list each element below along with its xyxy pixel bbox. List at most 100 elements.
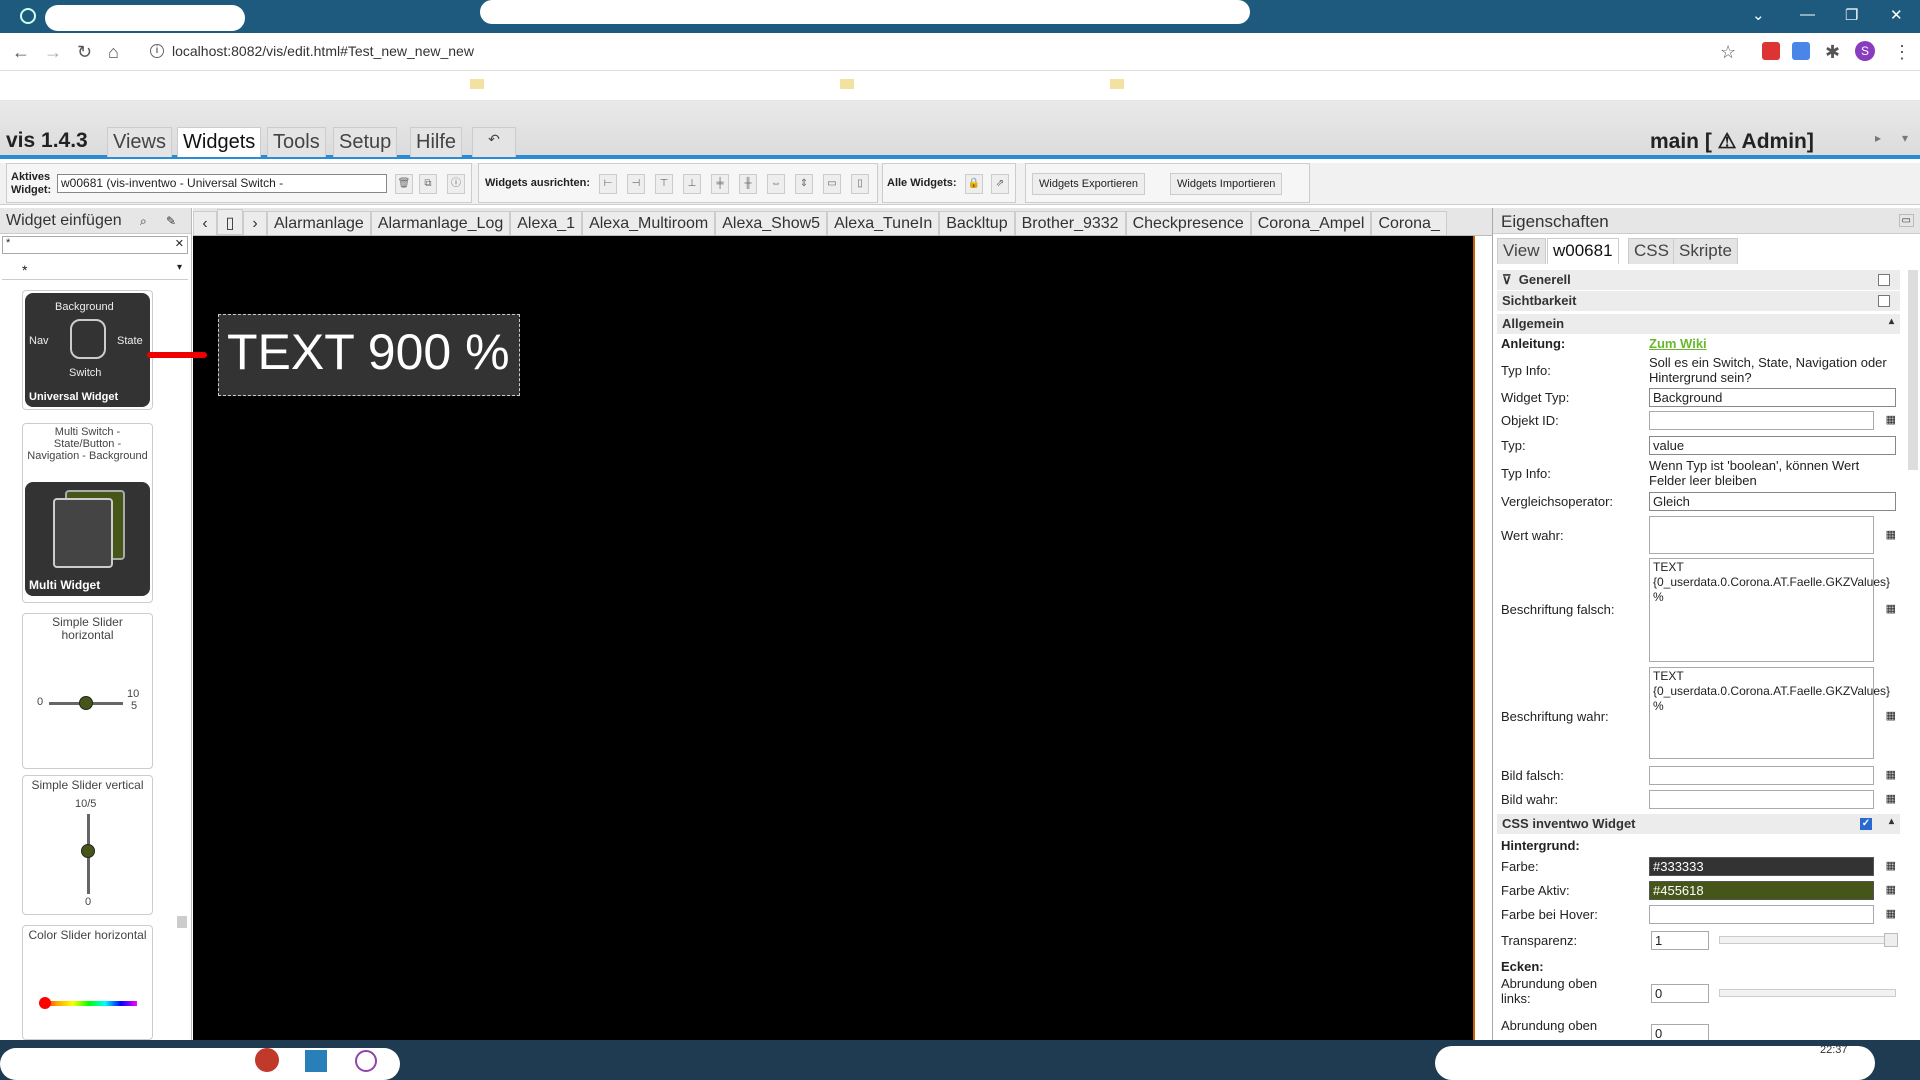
tab-views[interactable]: Views bbox=[107, 127, 172, 157]
palette-scrollbar[interactable] bbox=[177, 916, 187, 928]
gmail-extension-icon[interactable] bbox=[1762, 42, 1780, 60]
checkbox[interactable] bbox=[1878, 274, 1890, 286]
widget-card-slider-v[interactable]: Simple Slider vertical 10/5 0 bbox=[22, 775, 153, 915]
browse-icon[interactable]: ▦ bbox=[1886, 709, 1896, 722]
widget-card-color-slider[interactable]: Color Slider horizontal bbox=[22, 925, 153, 1040]
distribute-h-icon[interactable]: ⇔ bbox=[767, 174, 785, 194]
browse-icon[interactable]: ▦ bbox=[1886, 792, 1896, 805]
home-icon[interactable]: ⌂ bbox=[108, 42, 119, 63]
farbe-input[interactable]: #333333 bbox=[1649, 857, 1874, 876]
beschr-falsch-input[interactable]: TEXT {0_userdata.0.Corona.AT.Faelle.GKZV… bbox=[1649, 558, 1890, 662]
taskbar-app-icon[interactable] bbox=[305, 1050, 327, 1072]
text-widget[interactable]: TEXT 900 % bbox=[218, 314, 520, 396]
widget-card-slider-h[interactable]: Simple Slider horizontal 0 10 5 bbox=[22, 613, 153, 769]
abrundung-or-input[interactable]: 0 bbox=[1651, 1024, 1709, 1040]
section-sichtbarkeit[interactable]: Sichtbarkeit bbox=[1497, 291, 1900, 311]
section-allgemein[interactable]: Allgemein ▴ bbox=[1497, 314, 1900, 334]
tab-widget-props[interactable]: w00681 bbox=[1547, 238, 1619, 264]
undo-button[interactable]: ↶ bbox=[472, 127, 516, 157]
view-canvas[interactable]: TEXT 900 % bbox=[147, 236, 1475, 1040]
align-center-v-icon[interactable]: ╫ bbox=[739, 174, 757, 194]
widget-card-multi[interactable]: Multi Switch - State/Button - Navigation… bbox=[22, 423, 153, 603]
import-button[interactable]: Widgets Importieren bbox=[1170, 173, 1283, 195]
abrundung-ol-input[interactable]: 0 bbox=[1651, 984, 1709, 1003]
tab-view[interactable]: Alarmanlage bbox=[267, 211, 371, 235]
pin-icon[interactable]: ✎ bbox=[166, 214, 176, 228]
lock-icon[interactable]: 🔒 bbox=[965, 174, 983, 194]
info-icon[interactable]: ⓘ bbox=[447, 174, 465, 194]
reload-icon[interactable]: ↻ bbox=[77, 42, 92, 63]
profile-menu-icon[interactable]: ⌄ bbox=[1752, 6, 1765, 24]
typ-select[interactable]: value bbox=[1649, 436, 1896, 455]
wiki-link[interactable]: Zum Wiki bbox=[1649, 336, 1896, 351]
delete-icon[interactable]: 🗑 bbox=[395, 174, 413, 194]
url-field[interactable]: localhost:8082/vis/edit.html#Test_new_ne… bbox=[172, 43, 474, 59]
info-icon[interactable]: i bbox=[150, 44, 164, 58]
tab-view[interactable]: Alexa_Show5 bbox=[715, 211, 828, 235]
tab-view[interactable]: Alexa_1 bbox=[510, 211, 583, 235]
browse-icon[interactable]: ▦ bbox=[1886, 768, 1896, 781]
tab-view[interactable]: Checkpresence bbox=[1125, 211, 1251, 235]
tab-tools[interactable]: Tools bbox=[267, 127, 326, 157]
align-right-icon[interactable]: ⊣ bbox=[627, 174, 645, 194]
tab-hilfe[interactable]: Hilfe bbox=[410, 127, 463, 157]
external-icon[interactable]: ⇗ bbox=[991, 174, 1009, 194]
bookmark-star-icon[interactable]: ☆ bbox=[1720, 42, 1736, 63]
bookmark-folder-icon[interactable] bbox=[1110, 79, 1124, 89]
color-picker-icon[interactable]: ▦ bbox=[1886, 883, 1896, 896]
views-scroll-left[interactable]: ‹ bbox=[193, 211, 217, 235]
extensions-icon[interactable]: ✱ bbox=[1825, 42, 1840, 63]
abrundung-slider[interactable] bbox=[1719, 989, 1896, 997]
beschr-wahr-input[interactable]: TEXT {0_userdata.0.Corona.AT.Faelle.GKZV… bbox=[1649, 667, 1890, 759]
color-picker-icon[interactable]: ▦ bbox=[1886, 907, 1896, 920]
tab-view[interactable]: Alexa_Multiroom bbox=[582, 211, 716, 235]
palette-filter-select[interactable]: * ▾ bbox=[2, 260, 188, 280]
forward-icon[interactable]: → bbox=[44, 42, 62, 63]
slider-handle[interactable] bbox=[1884, 933, 1898, 947]
bookmark-folder-icon[interactable] bbox=[840, 79, 854, 89]
tab-css-props[interactable]: CSS bbox=[1628, 238, 1675, 264]
restore-icon[interactable]: ❐ bbox=[1845, 6, 1858, 24]
properties-scrollbar[interactable] bbox=[1908, 270, 1918, 470]
widget-card-universal[interactable]: Background Nav State Switch Universal Wi… bbox=[22, 290, 153, 410]
widget-typ-select[interactable]: Background bbox=[1649, 388, 1896, 407]
chevron-up-icon[interactable]: ▴ bbox=[1889, 816, 1894, 827]
minimize-icon[interactable]: — bbox=[1800, 6, 1815, 23]
tab-view[interactable]: Corona_Ampel bbox=[1250, 211, 1372, 235]
scroll-right-icon[interactable]: ▸ bbox=[1875, 131, 1881, 145]
taskbar-app-icon[interactable] bbox=[355, 1050, 377, 1072]
checkbox-checked[interactable]: ✓ bbox=[1860, 818, 1872, 830]
tab-setup[interactable]: Setup bbox=[333, 127, 398, 157]
distribute-v-icon[interactable]: ⇕ bbox=[795, 174, 813, 194]
tab-widgets[interactable]: Widgets bbox=[177, 127, 262, 157]
tab-view-props[interactable]: View bbox=[1497, 238, 1546, 264]
objekt-id-input[interactable] bbox=[1649, 411, 1874, 430]
tab-view[interactable]: Corona_ bbox=[1371, 211, 1447, 235]
checkbox[interactable] bbox=[1878, 295, 1890, 307]
transparenz-input[interactable]: 1 bbox=[1651, 931, 1709, 950]
vergleich-select[interactable]: Gleich bbox=[1649, 492, 1896, 511]
views-dropdown[interactable]: ▯ bbox=[217, 209, 243, 235]
views-scroll-right[interactable]: › bbox=[243, 211, 267, 235]
active-widget-select[interactable]: w00681 (vis-inventwo - Universal Switch … bbox=[57, 174, 387, 193]
section-css-inventwo[interactable]: CSS inventwo Widget ✓ ▴ bbox=[1497, 814, 1900, 834]
same-width-icon[interactable]: ▭ bbox=[823, 174, 841, 194]
search-icon[interactable]: ⌕ bbox=[140, 214, 147, 229]
translate-extension-icon[interactable] bbox=[1792, 42, 1810, 60]
tab-view[interactable]: Alexa_TuneIn bbox=[827, 211, 940, 235]
browse-icon[interactable]: ▦ bbox=[1886, 413, 1896, 426]
section-generell[interactable]: ⊽ Generell bbox=[1497, 270, 1900, 290]
browse-icon[interactable]: ▦ bbox=[1886, 602, 1896, 615]
dropdown-icon[interactable]: ▾ bbox=[1902, 131, 1908, 145]
align-center-h-icon[interactable]: ╪ bbox=[711, 174, 729, 194]
copy-icon[interactable]: ⧉ bbox=[419, 174, 437, 194]
collapse-icon[interactable]: ▭ bbox=[1898, 214, 1914, 227]
farbe-aktiv-input[interactable]: #455618 bbox=[1649, 881, 1874, 900]
menu-icon[interactable]: ⋮ bbox=[1893, 42, 1911, 63]
back-icon[interactable]: ← bbox=[12, 42, 30, 63]
bild-falsch-input[interactable] bbox=[1649, 766, 1874, 785]
align-top-icon[interactable]: ⊤ bbox=[655, 174, 673, 194]
export-button[interactable]: Widgets Exportieren bbox=[1032, 173, 1146, 195]
clear-icon[interactable]: ✕ bbox=[175, 237, 184, 250]
tab-view[interactable]: Alarmanlage_Log bbox=[370, 211, 511, 235]
